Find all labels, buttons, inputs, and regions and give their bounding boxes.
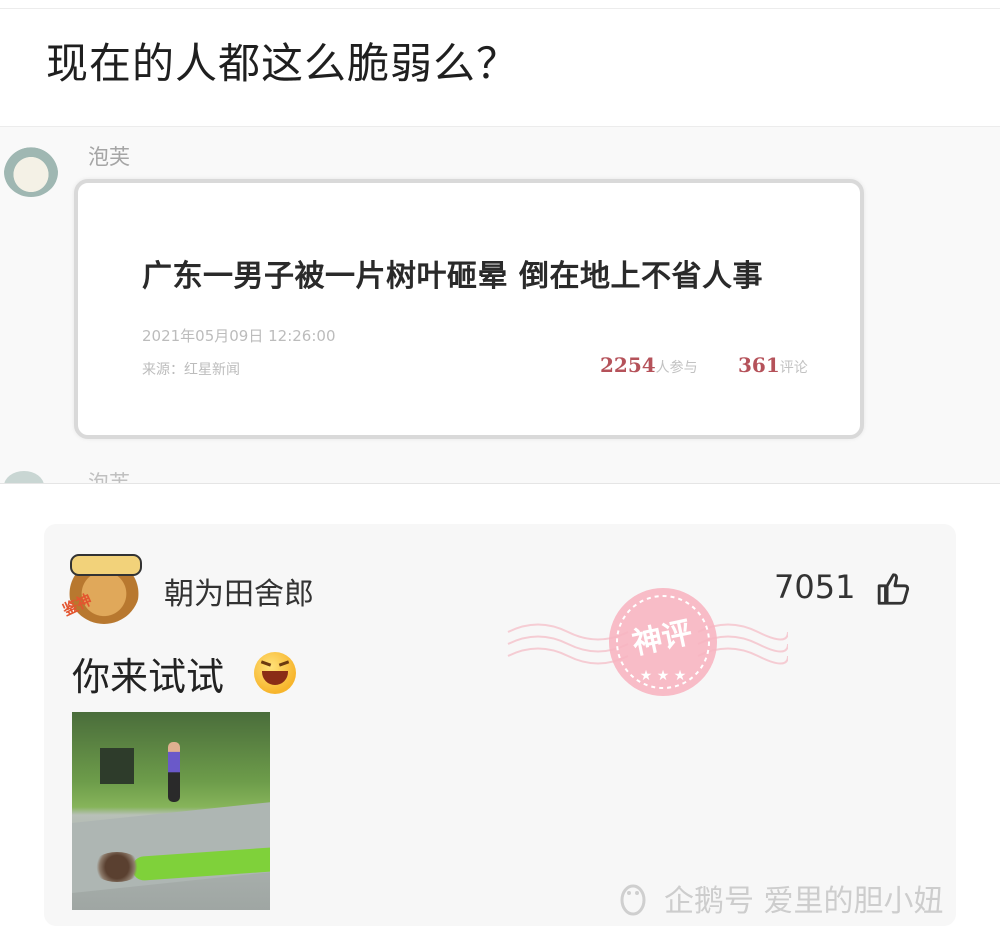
news-participants: 2254人参与 bbox=[600, 353, 698, 377]
watermark-text: 企鹅号 爱里的胆小妞 bbox=[664, 884, 944, 919]
news-card[interactable]: 广东一男子被一片树叶砸晕 倒在地上不省人事 2021年05月09日 12:26:… bbox=[74, 179, 864, 439]
shed-shape bbox=[100, 748, 134, 784]
news-headline: 广东一男子被一片树叶砸晕 倒在地上不省人事 bbox=[142, 259, 763, 294]
embed-next-username: 泡芙 bbox=[88, 471, 130, 484]
penguin-icon bbox=[620, 884, 646, 916]
news-comments: 361评论 bbox=[738, 353, 808, 377]
news-date: 2021年05月09日 12:26:00 bbox=[142, 327, 336, 345]
hole-shape bbox=[92, 852, 142, 882]
like-count: 7051 bbox=[774, 568, 856, 606]
comment-image-thumbnail[interactable] bbox=[72, 712, 270, 910]
thumbs-up-icon[interactable] bbox=[876, 570, 914, 608]
road-shape bbox=[72, 799, 270, 895]
news-source: 来源：红星新闻 bbox=[142, 362, 240, 378]
post-title: 现在的人都这么脆弱么？ bbox=[46, 39, 520, 88]
embedded-screenshot[interactable]: 泡芙 广东一男子被一片树叶砸晕 倒在地上不省人事 2021年05月09日 12:… bbox=[0, 126, 1000, 484]
comment-username[interactable]: 朝为田舍郎 bbox=[164, 569, 314, 613]
comments-label: 评论 bbox=[779, 360, 808, 376]
laughing-emoji-icon bbox=[254, 652, 296, 694]
comments-count: 361 bbox=[738, 353, 780, 377]
top-divider bbox=[0, 8, 1000, 9]
participants-count: 2254 bbox=[600, 353, 656, 377]
avatar-hat-icon bbox=[70, 554, 142, 576]
embed-username: 泡芙 bbox=[88, 145, 130, 169]
embed-user-avatar bbox=[4, 147, 58, 197]
avatar[interactable]: 鉴神 bbox=[60, 552, 142, 624]
runner-figure bbox=[168, 742, 180, 802]
embed-next-avatar bbox=[4, 471, 44, 483]
svg-text:★ ★ ★: ★ ★ ★ bbox=[640, 668, 687, 684]
participants-label: 人参与 bbox=[655, 360, 698, 376]
avatar-tag: 鉴神 bbox=[59, 590, 95, 620]
god-comment-stamp-icon: 神评 ★ ★ ★ bbox=[507, 588, 788, 696]
god-comment-card: 鉴神 朝为田舍郎 神评 ★ ★ ★ 7051 你来试试 bbox=[44, 524, 956, 926]
comment-text: 你来试试 bbox=[72, 655, 225, 699]
